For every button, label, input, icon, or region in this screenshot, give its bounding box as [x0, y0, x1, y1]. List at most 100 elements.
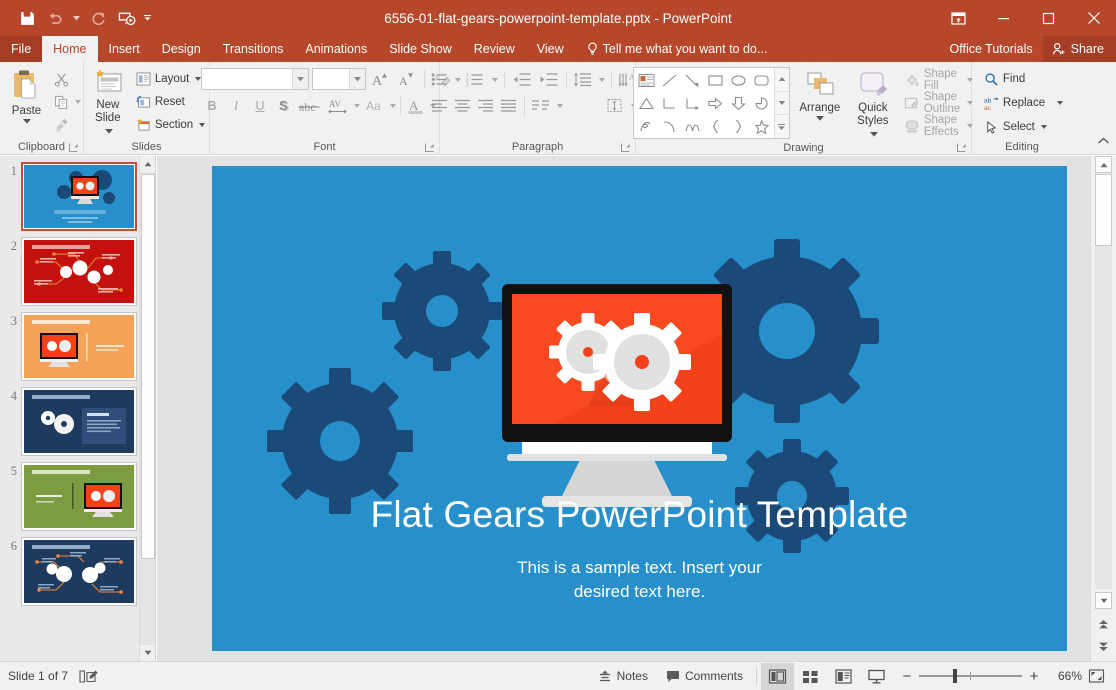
- slide-scroll-thumb[interactable]: [1095, 174, 1112, 246]
- text-shadow-button[interactable]: S S: [273, 95, 296, 117]
- normal-view-button[interactable]: [761, 663, 794, 690]
- notes-page-icon[interactable]: [78, 669, 98, 684]
- shapes-scroll-up-button[interactable]: [775, 68, 789, 92]
- slide-subtitle[interactable]: This is a sample text. Insert your desir…: [212, 556, 1067, 604]
- character-spacing-button[interactable]: AV: [325, 95, 351, 117]
- change-case-caret-icon[interactable]: [390, 104, 396, 108]
- shape-arc[interactable]: [658, 115, 681, 138]
- thumbnail-frame[interactable]: [21, 312, 137, 381]
- thumbnail-frame[interactable]: [21, 462, 137, 531]
- shape-effects-button[interactable]: Shape Effects: [900, 115, 977, 137]
- clipboard-dialog-launcher[interactable]: [68, 142, 79, 153]
- align-text-button[interactable]: [603, 95, 627, 116]
- decrease-indent-button[interactable]: [509, 69, 535, 90]
- italic-button[interactable]: I: [225, 95, 248, 117]
- next-slide-button[interactable]: [1095, 638, 1112, 655]
- quick-styles-button[interactable]: Quick Styles: [850, 67, 896, 141]
- shapes-scroll-down-button[interactable]: [775, 92, 789, 116]
- shape-curve[interactable]: [681, 115, 704, 138]
- shape-right-arrow[interactable]: [704, 92, 727, 115]
- tab-file[interactable]: File: [0, 36, 42, 62]
- strikethrough-button[interactable]: abc: [297, 95, 324, 117]
- shape-fill-button[interactable]: Shape Fill: [900, 69, 977, 91]
- font-dialog-launcher[interactable]: [424, 142, 435, 153]
- zoom-control[interactable]: − +: [893, 668, 1048, 685]
- line-spacing-button[interactable]: [571, 69, 595, 90]
- slide-area-scrollbar[interactable]: [1090, 156, 1116, 661]
- bold-button[interactable]: B: [201, 95, 224, 117]
- underline-button[interactable]: U: [249, 95, 272, 117]
- fit-slide-button[interactable]: [1082, 663, 1110, 690]
- zoom-in-button[interactable]: +: [1028, 668, 1040, 685]
- redo-button[interactable]: [85, 5, 111, 31]
- new-slide-button[interactable]: New Slide: [84, 66, 132, 138]
- increase-font-size-button[interactable]: A: [369, 68, 392, 90]
- font-name-caret-icon[interactable]: [292, 69, 308, 89]
- tab-slide-show[interactable]: Slide Show: [378, 36, 463, 62]
- font-name-combo[interactable]: [201, 68, 309, 90]
- paragraph-dialog-launcher[interactable]: [620, 142, 631, 153]
- tab-insert[interactable]: Insert: [98, 36, 151, 62]
- thumbnail-scroll-up-button[interactable]: [140, 156, 156, 172]
- thumbnail-slide-2[interactable]: 2: [0, 231, 155, 306]
- thumbnail-slide-6[interactable]: 6: [0, 531, 155, 606]
- thumbnail-slide-3[interactable]: 3: [0, 306, 155, 381]
- current-slide[interactable]: Flat Gears PowerPoint Template This is a…: [212, 166, 1067, 651]
- slide-thumbnail-pane[interactable]: 1 2: [0, 156, 156, 661]
- copy-button[interactable]: [50, 91, 73, 113]
- drawing-dialog-launcher[interactable]: [956, 142, 967, 153]
- font-size-caret-icon[interactable]: [349, 69, 365, 89]
- shape-oval[interactable]: [727, 69, 750, 92]
- arrange-button[interactable]: Arrange: [794, 67, 846, 121]
- select-button[interactable]: Select: [980, 116, 1067, 138]
- numbering-caret-icon[interactable]: [489, 69, 500, 90]
- shape-scribble[interactable]: [635, 115, 658, 138]
- increase-indent-button[interactable]: [536, 69, 562, 90]
- thumbnail-slide-1[interactable]: 1: [0, 156, 155, 231]
- slide-scroll-down-button[interactable]: [1095, 592, 1112, 609]
- align-left-button[interactable]: [429, 95, 451, 116]
- shape-outline-button[interactable]: Shape Outline: [900, 92, 977, 114]
- shape-down-arrow[interactable]: [727, 92, 750, 115]
- shape-rectangle[interactable]: [704, 69, 727, 92]
- zoom-percentage[interactable]: 66%: [1048, 669, 1082, 683]
- tab-view[interactable]: View: [526, 36, 575, 62]
- share-button[interactable]: Share: [1043, 36, 1116, 62]
- comments-button[interactable]: Comments: [657, 663, 752, 690]
- shapes-gallery[interactable]: [633, 67, 790, 139]
- zoom-slider-handle[interactable]: [953, 669, 957, 683]
- thumbnail-slide-4[interactable]: 4: [0, 381, 155, 456]
- thumbnail-frame[interactable]: [21, 237, 137, 306]
- shape-elbow-arrow-connector[interactable]: [681, 92, 704, 115]
- start-from-beginning-button[interactable]: [113, 5, 139, 31]
- thumbnail-scroll-track[interactable]: [140, 172, 156, 645]
- slide-indicator[interactable]: Slide 1 of 7: [8, 669, 68, 683]
- shape-text-box[interactable]: [635, 69, 658, 92]
- select-caret-icon[interactable]: [1041, 125, 1047, 129]
- thumbnail-frame[interactable]: [21, 387, 137, 456]
- undo-button[interactable]: [42, 5, 68, 31]
- replace-button[interactable]: ab ac Replace: [980, 92, 1067, 114]
- thumbnail-frame[interactable]: [21, 162, 137, 231]
- minimize-button[interactable]: [981, 0, 1026, 36]
- thumbnail-slide-5[interactable]: 5: [0, 456, 155, 531]
- bullets-caret-icon[interactable]: [452, 69, 463, 90]
- align-right-button[interactable]: [475, 95, 497, 116]
- decrease-font-size-button[interactable]: A: [395, 68, 418, 90]
- cut-button[interactable]: [50, 68, 73, 90]
- tab-review[interactable]: Review: [463, 36, 526, 62]
- shapes-more-button[interactable]: [775, 115, 789, 138]
- collapse-ribbon-button[interactable]: [1097, 133, 1110, 151]
- thumbnail-frame[interactable]: [21, 537, 137, 606]
- shape-pie[interactable]: [750, 92, 773, 115]
- previous-slide-button[interactable]: [1095, 616, 1112, 633]
- change-case-button[interactable]: Aa: [361, 95, 387, 117]
- numbering-button[interactable]: 1 2 3: [464, 69, 488, 90]
- notes-button[interactable]: Notes: [589, 663, 657, 690]
- justify-button[interactable]: [498, 95, 520, 116]
- tab-design[interactable]: Design: [151, 36, 212, 62]
- tab-home[interactable]: Home: [42, 36, 97, 62]
- shape-left-brace[interactable]: [704, 115, 727, 138]
- format-painter-button[interactable]: [50, 114, 73, 136]
- shapes-gallery-scroll[interactable]: [774, 68, 789, 138]
